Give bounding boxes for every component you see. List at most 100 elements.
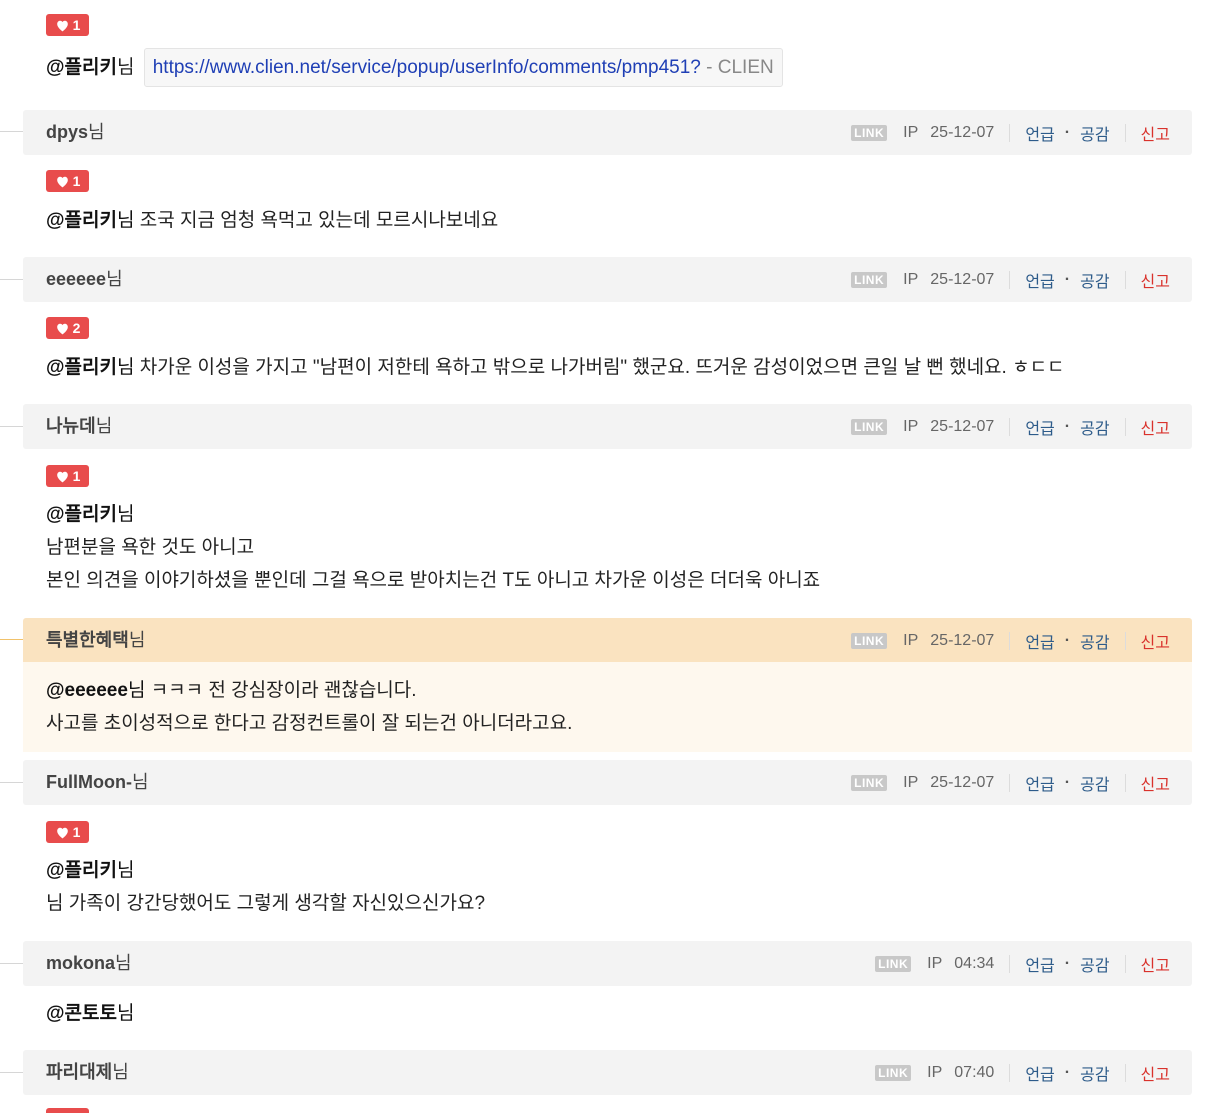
comment-time: 25-12-07: [930, 631, 995, 649]
link-badge[interactable]: LINK: [851, 418, 888, 435]
mention-button[interactable]: 언급: [1025, 1061, 1054, 1085]
like-count: 2: [72, 320, 81, 336]
link-badge[interactable]: LINK: [851, 124, 888, 141]
thread-connector: [0, 131, 23, 132]
empathy-button[interactable]: 공감: [1080, 952, 1109, 976]
ip-label: IP: [927, 1063, 943, 1081]
comment-author[interactable]: mokona님: [46, 941, 132, 986]
report-button[interactable]: 신고: [1141, 952, 1170, 976]
comment-header: 나뉴데님 LINK IP 25-12-07 언급 · 공감 신고: [23, 404, 1192, 449]
divider: [1124, 631, 1126, 650]
divider: [1009, 1063, 1011, 1082]
link-badge[interactable]: LINK: [875, 1064, 912, 1081]
comment-meta: LINK IP 25-12-07 언급 · 공감 신고: [851, 760, 1170, 805]
comment-line: 남편분을 욕한 것도 아니고: [46, 537, 255, 558]
empathy-button[interactable]: 공감: [1080, 629, 1109, 653]
mention-button[interactable]: 언급: [1025, 121, 1054, 145]
empathy-button[interactable]: 공감: [1080, 268, 1109, 292]
comment-author[interactable]: 파리대제님: [46, 1050, 129, 1095]
divider: [1124, 417, 1126, 436]
comment-time: 04:34: [954, 954, 995, 972]
like-count-badge-partial: [46, 1108, 89, 1113]
thread-connector: [0, 639, 23, 640]
dot-separator: ·: [1064, 631, 1071, 649]
comment-author[interactable]: 특별한혜택님: [46, 618, 145, 663]
like-count-badge[interactable]: 1: [46, 465, 89, 487]
like-count: 1: [72, 468, 81, 484]
like-count-badge[interactable]: 1: [46, 821, 89, 843]
link-badge[interactable]: LINK: [851, 271, 888, 288]
comment-line: 가족이 강간당했어도 그렇게 생각할 자신있으신가요?: [68, 893, 486, 914]
mention-button[interactable]: 언급: [1025, 952, 1054, 976]
like-count-badge[interactable]: 2: [46, 317, 89, 339]
comment-text: @플리키님 님 가족이 강간당했어도 그렇게 생각할 자신있으신가요?: [46, 860, 486, 914]
thread-connector: [0, 782, 23, 783]
empathy-button[interactable]: 공감: [1080, 415, 1109, 439]
link-badge[interactable]: LINK: [851, 774, 888, 791]
divider: [1009, 773, 1011, 792]
empathy-button[interactable]: 공감: [1080, 1061, 1109, 1085]
mention-link[interactable]: @플리키: [46, 57, 117, 78]
divider: [1009, 123, 1011, 142]
heart-icon: [56, 20, 68, 31]
comment-header: eeeeee님 LINK IP 25-12-07 언급 · 공감 신고: [23, 257, 1192, 302]
like-count: 1: [72, 173, 81, 189]
thread-connector: [0, 279, 23, 280]
divider: [1124, 773, 1126, 792]
divider: [1009, 631, 1011, 650]
report-button[interactable]: 신고: [1141, 268, 1170, 292]
empathy-button[interactable]: 공감: [1080, 121, 1109, 145]
comment-author[interactable]: eeeeee님: [46, 257, 123, 302]
mention-button[interactable]: 언급: [1025, 629, 1054, 653]
empathy-button[interactable]: 공감: [1080, 771, 1109, 795]
url-preview[interactable]: https://www.clien.net/service/popup/user…: [143, 48, 783, 88]
report-button[interactable]: 신고: [1141, 415, 1170, 439]
mention-button[interactable]: 언급: [1025, 268, 1054, 292]
like-count: 1: [72, 824, 81, 840]
mention-link[interactable]: @플리키: [46, 504, 117, 525]
mention-button[interactable]: 언급: [1025, 771, 1054, 795]
comment-time: 25-12-07: [930, 270, 995, 288]
comment-author[interactable]: 나뉴데님: [46, 404, 112, 449]
report-button[interactable]: 신고: [1141, 1061, 1170, 1085]
url-site-name: CLIEN: [717, 57, 774, 79]
url-link[interactable]: https://www.clien.net/service/popup/user…: [153, 57, 701, 78]
report-button[interactable]: 신고: [1141, 771, 1170, 795]
comment-time: 25-12-07: [930, 773, 995, 791]
comment-header: FullMoon-님 LINK IP 25-12-07 언급 · 공감 신고: [23, 760, 1192, 805]
ip-label: IP: [903, 773, 919, 791]
mention-link[interactable]: @플리키: [46, 210, 117, 231]
like-count: 1: [72, 17, 81, 33]
link-badge[interactable]: LINK: [875, 955, 912, 972]
comment-header: 파리대제님 LINK IP 07:40 언급 · 공감 신고: [23, 1050, 1192, 1095]
like-count-badge[interactable]: 1: [46, 170, 89, 192]
link-badge[interactable]: LINK: [851, 632, 888, 649]
divider: [1124, 954, 1126, 973]
mention-link[interactable]: @콘토토: [46, 1003, 117, 1024]
divider: [1009, 417, 1011, 436]
thread-connector: [0, 426, 23, 427]
comment-text: @콘토토님: [46, 1003, 135, 1024]
divider: [1009, 954, 1011, 973]
comment-text: @eeeeee님 ㅋㅋㅋ 전 강심장이라 괜찮습니다. 사고를 초이성적으로 한…: [46, 674, 572, 740]
comment-author[interactable]: FullMoon-님: [46, 760, 149, 805]
heart-icon: [56, 471, 68, 482]
report-button[interactable]: 신고: [1141, 629, 1170, 653]
dot-separator: ·: [1064, 1063, 1071, 1081]
like-count-badge[interactable]: 1: [46, 14, 89, 36]
comment-meta: LINK IP 25-12-07 언급 · 공감 신고: [851, 110, 1170, 155]
comment-author[interactable]: dpys님: [46, 110, 105, 155]
report-button[interactable]: 신고: [1141, 121, 1170, 145]
ip-label: IP: [903, 270, 919, 288]
mention-link[interactable]: @플리키: [46, 860, 117, 881]
mention-link[interactable]: @eeeeee: [46, 680, 128, 701]
divider: [1009, 270, 1011, 289]
comment-meta: LINK IP 04:34 언급 · 공감 신고: [875, 941, 1170, 986]
mention-link[interactable]: @플리키: [46, 357, 117, 378]
heart-icon: [56, 323, 68, 334]
dot-separator: ·: [1064, 270, 1071, 288]
heart-icon: [56, 176, 68, 187]
comment-text: @플리키님 조국 지금 엄청 욕먹고 있는데 모르시나보네요: [46, 210, 499, 231]
mention-button[interactable]: 언급: [1025, 415, 1054, 439]
dot-separator: ·: [1064, 123, 1071, 141]
